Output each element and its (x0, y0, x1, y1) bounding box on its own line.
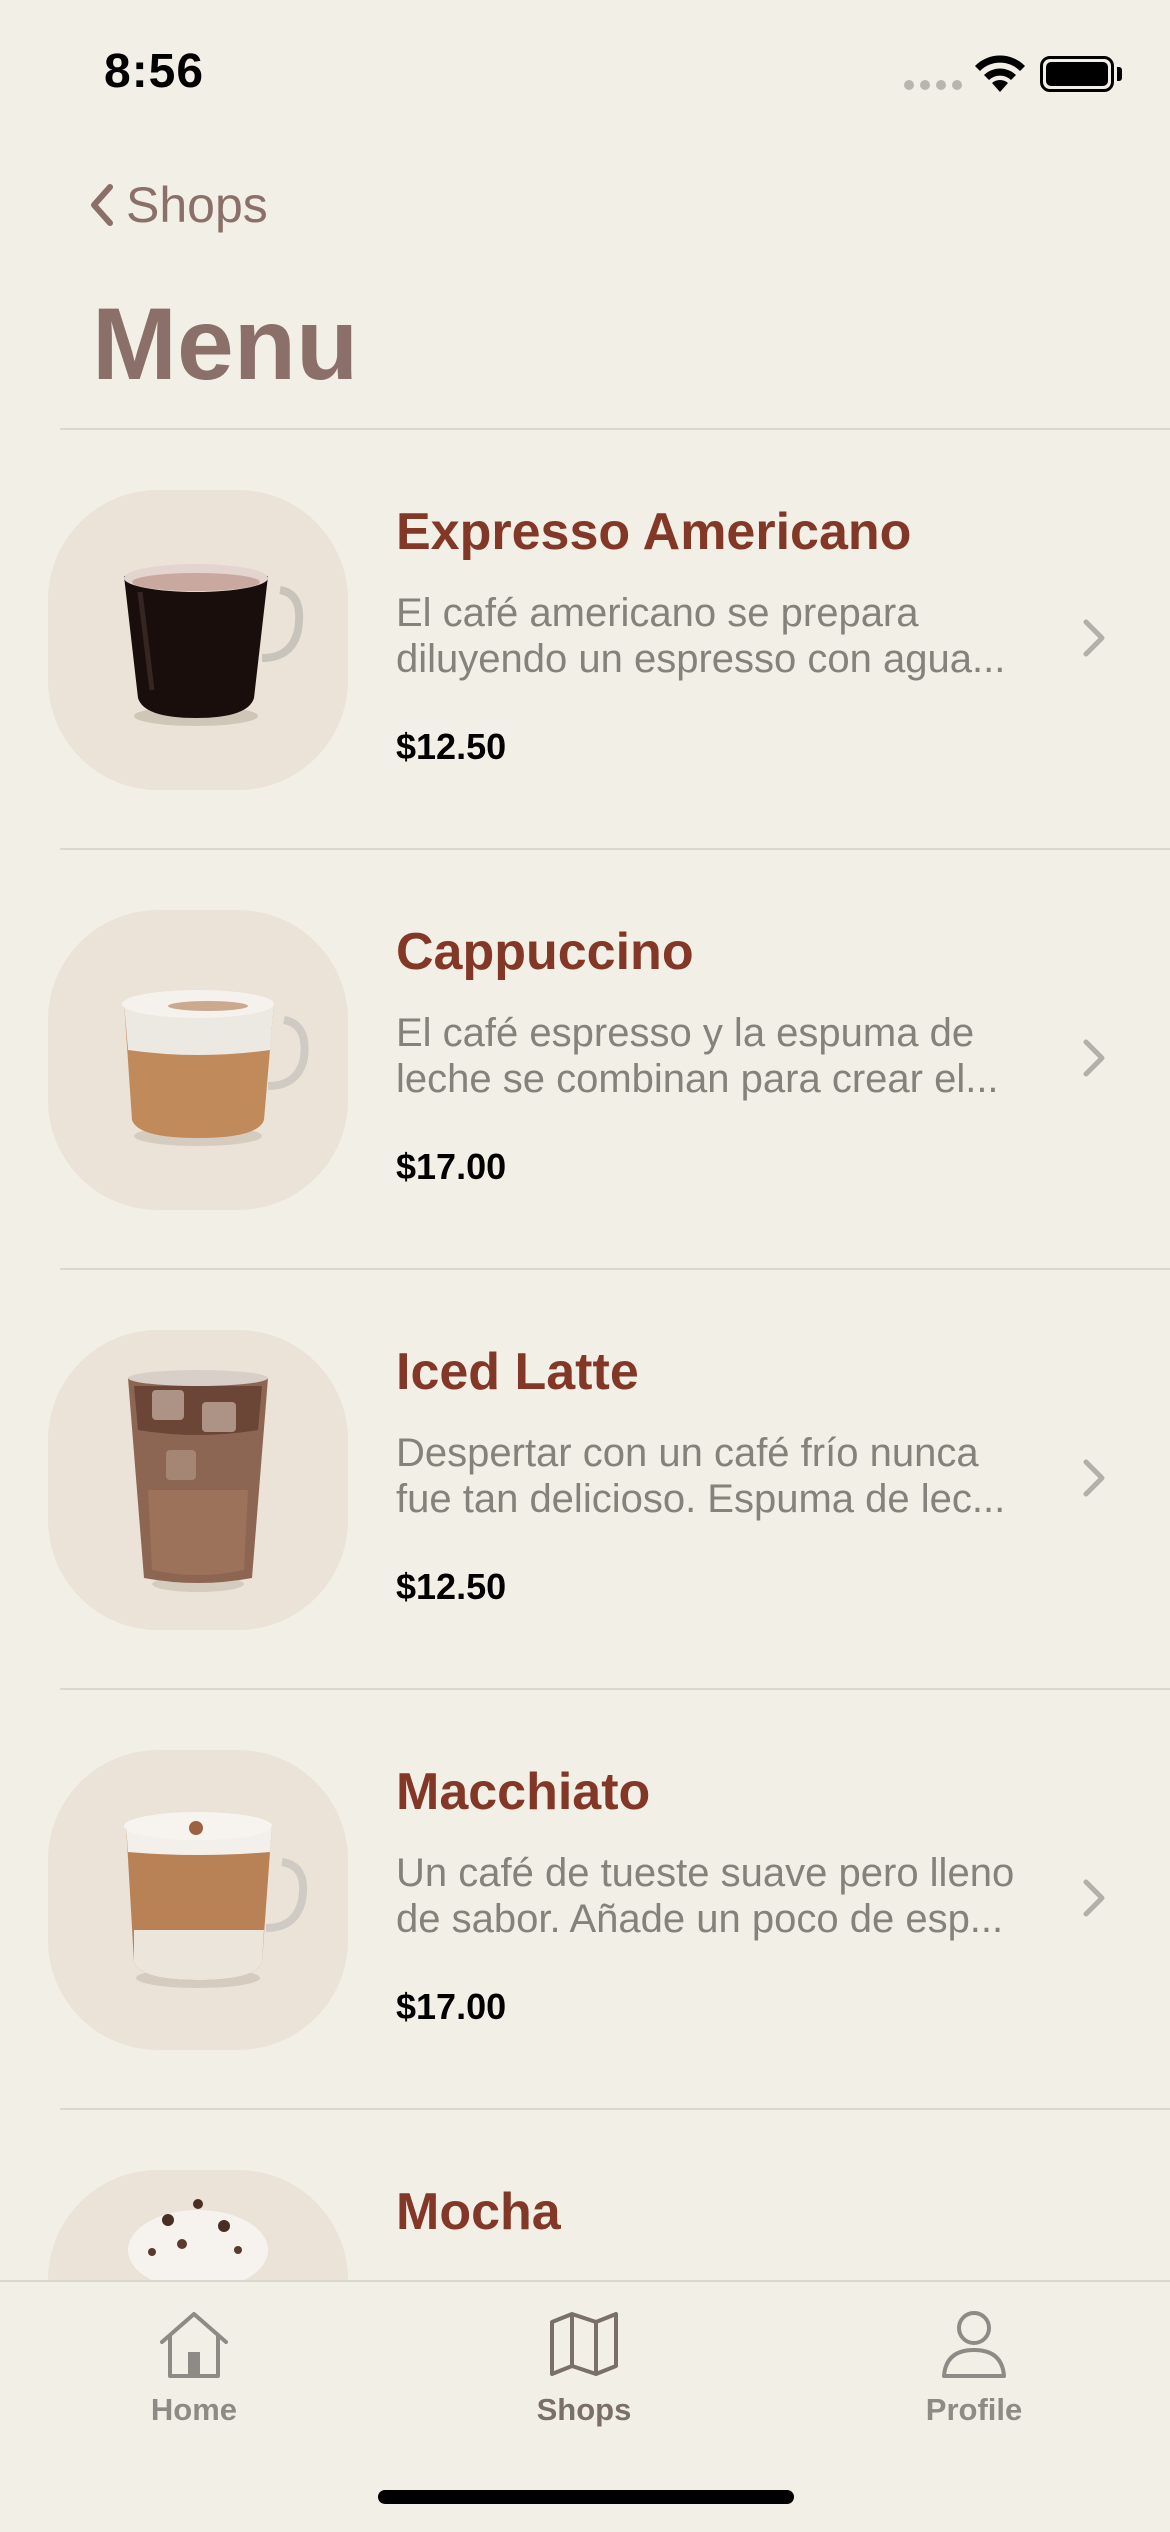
tab-profile[interactable]: Profile (864, 2308, 1084, 2428)
item-description (396, 2270, 1036, 2280)
item-name: Mocha (396, 2183, 561, 2241)
item-price: $17.00 (396, 1986, 507, 2027)
menu-screen: 8:56 Shops Menu Expresso Americano El ca… (0, 0, 1170, 2532)
menu-list[interactable]: Expresso Americano El café americano se … (0, 430, 1170, 2280)
tab-label: Shops (536, 2392, 632, 2427)
tab-label: Home (150, 2392, 238, 2427)
macchiato-cup-icon (124, 1812, 307, 1988)
status-time: 8:56 (104, 45, 205, 98)
menu-item[interactable]: Mocha (0, 2110, 1170, 2280)
menu-item[interactable]: Cappuccino El café espresso y la espuma … (0, 850, 1170, 1270)
menu-item[interactable]: Iced Latte Despertar con un café frío nu… (0, 1270, 1170, 1690)
battery-icon (1040, 56, 1114, 92)
item-name: Iced Latte (396, 1343, 639, 1401)
status-bar: 8:56 (0, 0, 1170, 140)
battery-cap (1117, 67, 1122, 81)
tab-label: Profile (925, 2392, 1023, 2427)
chevron-right-icon (1083, 1039, 1105, 1077)
chevron-left-icon (91, 184, 113, 226)
drink-image (48, 490, 348, 790)
item-price: $12.50 (396, 1566, 507, 1607)
house-icon (160, 2312, 228, 2378)
item-description: Un café de tueste suave pero lleno de sa… (396, 1851, 1015, 1941)
back-button[interactable]: Shops (86, 176, 268, 234)
chevron-right-icon (1083, 1879, 1105, 1917)
drink-image (48, 910, 348, 1210)
item-name: Expresso Americano (396, 503, 912, 561)
chevron-right-icon (1083, 1459, 1105, 1497)
item-price: $17.00 (396, 1146, 507, 1187)
item-name: Macchiato (396, 1763, 651, 1821)
item-name: Cappuccino (396, 923, 694, 981)
person-icon (942, 2311, 1006, 2378)
drink-image (48, 1330, 348, 1630)
menu-item[interactable]: Macchiato Un café de tueste suave pero l… (0, 1690, 1170, 2110)
map-icon (550, 2312, 618, 2376)
back-label: Shops (126, 177, 268, 233)
mocha-cup-icon (128, 2199, 268, 2280)
cappuccino-cup-icon (122, 990, 309, 1146)
wifi-icon (975, 55, 1025, 92)
tab-home[interactable]: Home (84, 2308, 304, 2428)
menu-item[interactable]: Expresso Americano El café americano se … (0, 430, 1170, 850)
item-description: El café espresso y la espuma de leche se… (396, 1011, 999, 1101)
item-description: El café americano se prepara diluyendo u… (396, 591, 1006, 681)
page-title: Menu (92, 287, 359, 401)
chevron-right-icon (1083, 619, 1105, 657)
cellular-signal-icon (904, 80, 962, 90)
iced-latte-glass-icon (128, 1370, 268, 1592)
home-indicator (378, 2490, 794, 2504)
coffee-cup-icon (124, 564, 304, 726)
tab-shops[interactable]: Shops (474, 2308, 694, 2428)
item-description: Despertar con un café frío nunca fue tan… (396, 1431, 1006, 1521)
drink-image (48, 1750, 348, 2050)
item-price: $12.50 (396, 726, 507, 767)
drink-image (48, 2170, 348, 2280)
